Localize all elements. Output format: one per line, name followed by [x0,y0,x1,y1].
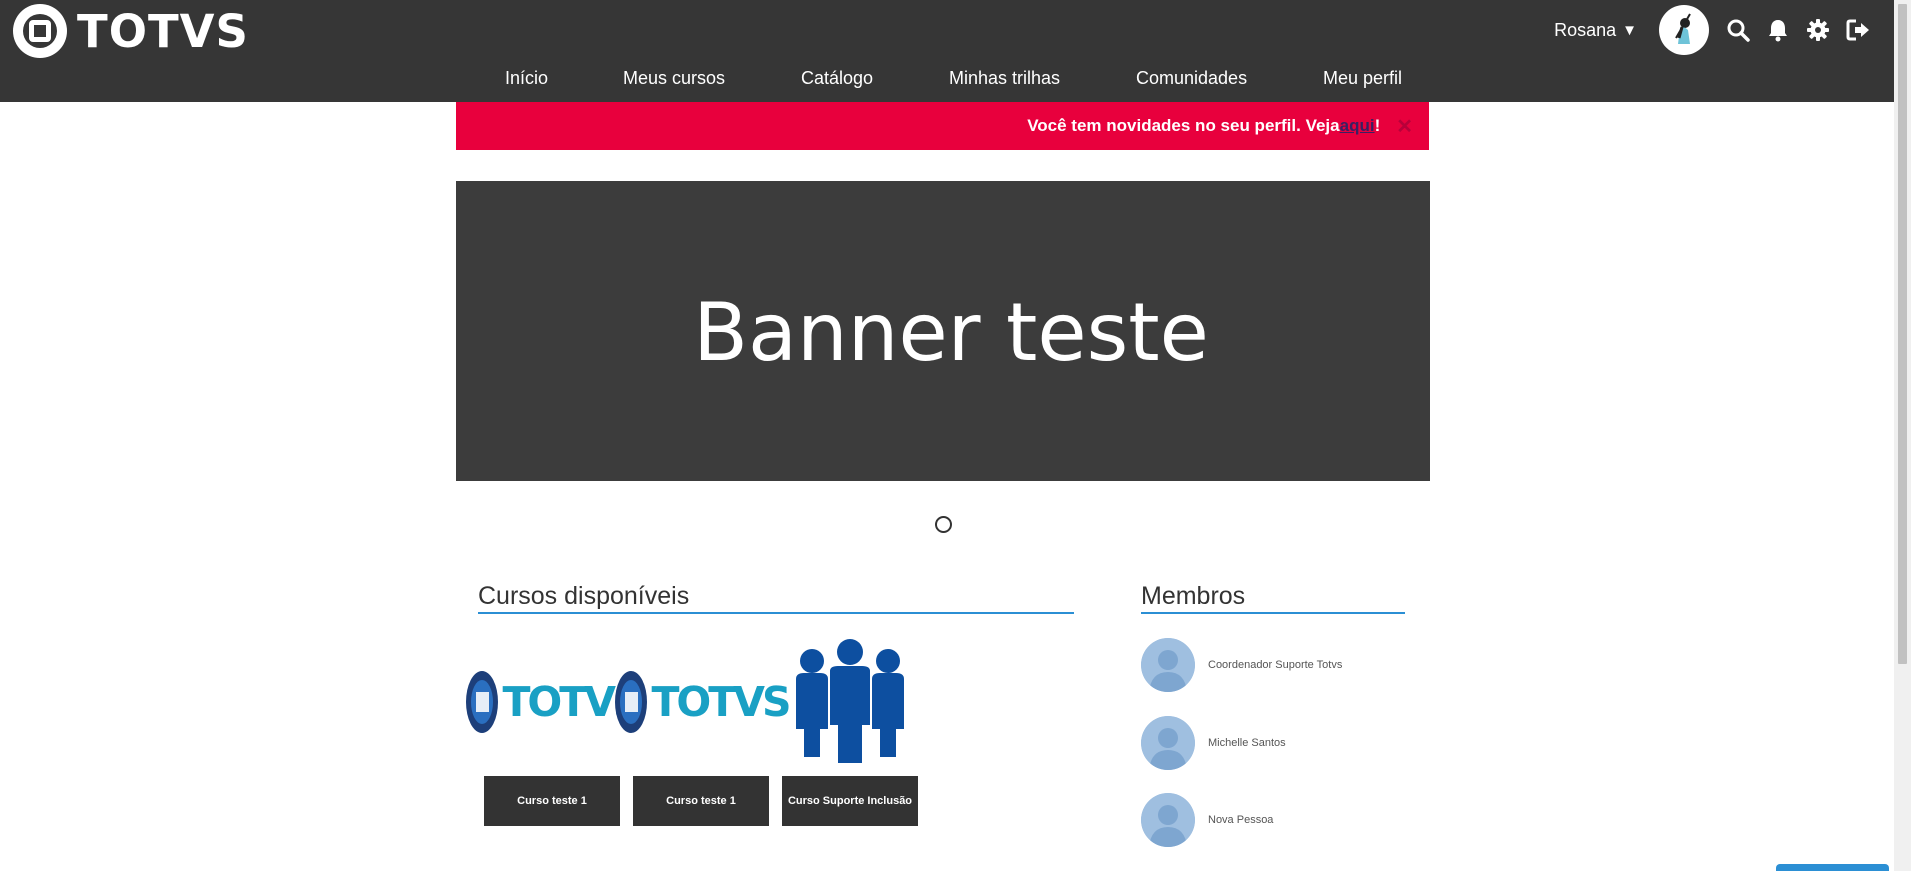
user-menu[interactable]: Rosana ▼ [1554,20,1637,41]
search-icon[interactable] [1725,17,1751,43]
member-avatar [1141,716,1195,770]
scrollbar[interactable] [1894,0,1911,871]
user-area: Rosana ▼ [1554,4,1871,56]
courses-title: Cursos disponíveis [478,582,690,610]
user-avatar[interactable] [1659,5,1709,55]
members-title: Membros [1141,582,1246,610]
scrollbar-thumb[interactable] [1898,4,1907,664]
course-label: Curso teste 1 [484,776,620,826]
user-name: Rosana [1554,19,1617,40]
gear-icon[interactable] [1805,17,1831,43]
profile-alert: Você tem novidades no seu perfil. Veja a… [456,102,1429,150]
nav-meu-perfil[interactable]: Meu perfil [1323,68,1402,89]
alert-link[interactable]: aqui [1340,116,1375,136]
member-name: Nova Pessoa [1208,814,1274,826]
totvs-logo[interactable]: TOTVS [12,2,249,60]
banner[interactable]: Banner teste [456,181,1430,481]
course-card[interactable]: TOTVS Curso teste 1 [466,636,643,826]
course-card[interactable]: TOTVS Curso teste 1 [615,636,792,826]
course-thumbnail: TOTVS [615,636,792,768]
alert-suffix: ! [1374,116,1381,135]
member-name: Michelle Santos [1208,737,1286,749]
totvs-logo-icon: TOTVS [613,670,792,734]
member-item[interactable]: Nova Pessoa [1141,793,1273,847]
main-nav: Início Meus cursos Catálogo Minhas trilh… [0,68,1911,94]
course-label: Curso teste 1 [633,776,769,826]
course-card[interactable]: Curso Suporte Inclusão [782,636,918,826]
totvs-logo-icon [13,4,67,58]
totvs-word: TOTVS [651,678,791,726]
brand-name: TOTVS [77,4,249,58]
top-bar: TOTVS Rosana ▼ Início Meus cursos Catálo… [0,0,1911,102]
courses-divider [478,612,1074,614]
nav-meus-cursos[interactable]: Meus cursos [623,68,725,89]
carousel-dot[interactable] [935,516,952,533]
members-divider [1141,612,1405,614]
course-label: Curso Suporte Inclusão [782,776,918,826]
caret-down-icon: ▼ [1622,21,1637,39]
chat-tab[interactable] [1776,864,1889,871]
course-thumbnail: TOTVS [466,636,643,768]
nav-minhas-trilhas[interactable]: Minhas trilhas [949,68,1060,89]
alert-text: Você tem novidades no seu perfil. Veja [1027,116,1340,135]
nav-comunidades[interactable]: Comunidades [1136,68,1247,89]
banner-text: Banner teste [693,285,1209,379]
bell-icon[interactable] [1765,17,1791,43]
member-item[interactable]: Michelle Santos [1141,716,1286,770]
course-thumbnail [782,636,918,768]
user-avatar-illustration [1662,8,1706,52]
nav-inicio[interactable]: Início [505,68,548,89]
member-name: Coordenador Suporte Totvs [1208,659,1343,671]
logout-icon[interactable] [1845,17,1871,43]
people-icon [796,639,904,763]
close-icon[interactable]: ✕ [1396,114,1413,139]
nav-catalogo[interactable]: Catálogo [801,68,873,89]
member-avatar [1141,638,1195,692]
member-item[interactable]: Coordenador Suporte Totvs [1141,638,1342,692]
member-avatar [1141,793,1195,847]
